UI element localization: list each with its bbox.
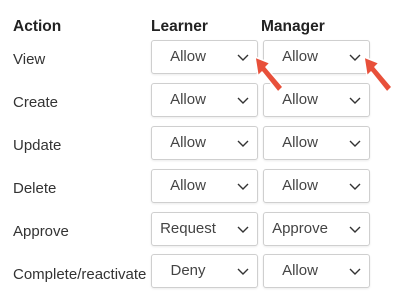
action-label-create: Create xyxy=(13,94,59,111)
column-header-manager: Manager xyxy=(261,18,325,35)
select-value: Deny xyxy=(170,262,206,279)
learner-view-select[interactable]: Allow xyxy=(151,40,258,74)
chevron-down-icon xyxy=(349,268,361,275)
select-value: Allow xyxy=(282,177,318,194)
chevron-down-icon xyxy=(349,140,361,147)
chevron-down-icon xyxy=(349,97,361,104)
learner-approve-select[interactable]: Request xyxy=(151,212,258,246)
select-value: Approve xyxy=(272,220,328,237)
select-value: Allow xyxy=(282,262,318,279)
action-label-delete: Delete xyxy=(13,180,57,197)
chevron-down-icon xyxy=(237,268,249,275)
select-value: Allow xyxy=(170,177,206,194)
learner-complete-reactivate-select[interactable]: Deny xyxy=(151,254,258,288)
chevron-down-icon xyxy=(349,54,361,61)
manager-update-select[interactable]: Allow xyxy=(263,126,370,160)
select-value: Allow xyxy=(282,91,318,108)
chevron-down-icon xyxy=(237,140,249,147)
column-header-learner: Learner xyxy=(151,18,208,35)
learner-delete-select[interactable]: Allow xyxy=(151,169,258,203)
chevron-down-icon xyxy=(237,183,249,190)
action-label-approve: Approve xyxy=(13,223,69,240)
select-value: Allow xyxy=(282,134,318,151)
chevron-down-icon xyxy=(237,226,249,233)
manager-create-select[interactable]: Allow xyxy=(263,83,370,117)
chevron-down-icon xyxy=(237,97,249,104)
learner-update-select[interactable]: Allow xyxy=(151,126,258,160)
chevron-down-icon xyxy=(349,226,361,233)
column-header-action: Action xyxy=(13,18,62,35)
chevron-down-icon xyxy=(237,54,249,61)
action-label-view: View xyxy=(13,51,46,68)
select-value: Allow xyxy=(170,134,206,151)
manager-complete-reactivate-select[interactable]: Allow xyxy=(263,254,370,288)
select-value: Allow xyxy=(170,91,206,108)
chevron-down-icon xyxy=(349,183,361,190)
select-value: Request xyxy=(160,220,216,237)
manager-approve-select[interactable]: Approve xyxy=(263,212,370,246)
manager-delete-select[interactable]: Allow xyxy=(263,169,370,203)
action-label-update: Update xyxy=(13,137,62,154)
select-value: Allow xyxy=(170,48,206,65)
learner-create-select[interactable]: Allow xyxy=(151,83,258,117)
select-value: Allow xyxy=(282,48,318,65)
manager-view-select[interactable]: Allow xyxy=(263,40,370,74)
action-label-complete-reactivate: Complete/reactivate xyxy=(13,266,147,283)
